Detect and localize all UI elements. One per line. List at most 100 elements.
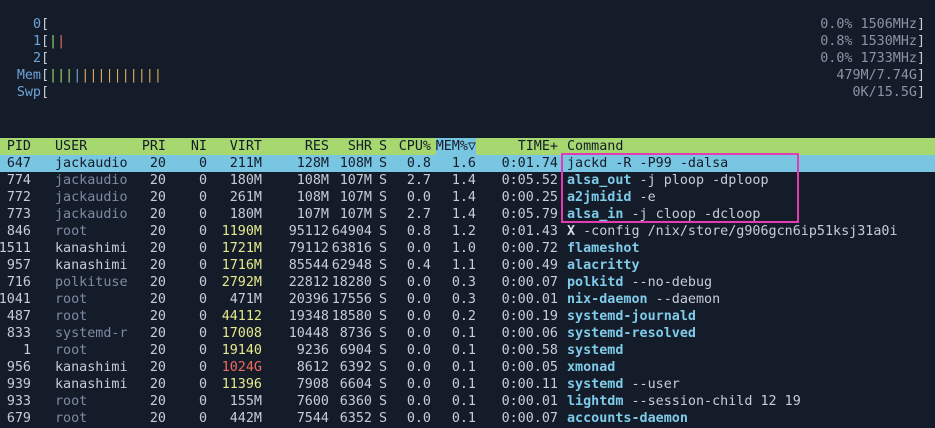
process-user: kanashimi (55, 377, 128, 392)
process-row[interactable]: 679 root 20 0 442M 7544 6352 S 0.0 0.1 0:00.07 acco… (0, 410, 935, 427)
meter-bracket-close: ] (916, 34, 925, 49)
process-mem: 0.1 (451, 394, 476, 409)
col-state[interactable]: S (379, 138, 387, 155)
process-row[interactable]: 957 kanashimi 20 0 1716M 85544 62948 S 0.4 1.1 0:0… (0, 257, 935, 274)
process-pid: 1041 (0, 292, 31, 307)
process-command-args: -e (631, 190, 656, 205)
process-row[interactable]: 956 kanashimi 20 0 1024G 8612 6392 S 0.0 0.1 0:00.… (0, 359, 935, 376)
process-row[interactable]: 773 jackaudio 20 0 180M 107M 107M S 2.7 1.4 0:05.7… (0, 206, 935, 223)
process-nice: 0 (198, 360, 207, 375)
process-cpu: 0.4 (406, 258, 431, 273)
process-row[interactable]: 846 root 20 0 1190M 95112 64904 S 0.8 1.2 0:01.43 X… (0, 223, 935, 240)
process-mem: 1.1 (451, 258, 476, 273)
meter-bar-segment: | (153, 68, 162, 83)
process-row[interactable]: 933 root 20 0 155M 7600 6360 S 0.0 0.1 0:00.01 ligh… (0, 393, 935, 410)
process-mem: 0.1 (451, 360, 476, 375)
process-row[interactable]: 1041 root 20 0 471M 20396 17556 S 0.0 0.3 0:00.01 n… (0, 291, 935, 308)
process-shr: 6352 (339, 411, 372, 426)
process-command: xmonad (567, 359, 615, 376)
process-command: systemd (567, 342, 623, 359)
process-command-name: systemd-resolved (567, 326, 696, 341)
process-command-name: a2jmidid (567, 190, 632, 205)
col-mem-sorted[interactable]: MEM%▽ (435, 138, 476, 155)
process-mem: 1.0 (451, 241, 476, 256)
process-mem: 0.3 (451, 275, 476, 290)
process-row[interactable]: 833 systemd-r 20 0 17008 10448 8736 S 0.0 0.1 0:00… (0, 325, 935, 342)
process-time: 0:00.01 (501, 292, 558, 307)
process-user: kanashimi (55, 360, 128, 375)
process-res: 7544 (296, 411, 329, 426)
process-time: 0:05.52 (501, 173, 558, 188)
process-priority: 20 (149, 411, 166, 426)
col-command[interactable]: Command (567, 138, 623, 155)
process-row[interactable]: 647 jackaudio 20 0 211M 128M 108M S 0.8 1.6 0:01.7… (0, 155, 935, 172)
process-row[interactable]: 772 jackaudio 20 0 261M 108M 107M S 0.0 1.4 0:00.2… (0, 189, 935, 206)
process-virt: 1024G (221, 360, 262, 375)
col-shr[interactable]: SHR (348, 138, 372, 155)
process-command-name: nix-daemon (567, 292, 648, 307)
meter-2: 2[0.0% 1733MHz] (0, 50, 935, 67)
process-row[interactable]: 487 root 20 0 44112 19348 18580 S 0.0 0.2 0:00.19 s… (0, 308, 935, 325)
process-command-name: accounts-daemon (567, 411, 688, 426)
meter-value: 0.0% 1733MHz (820, 51, 917, 66)
process-shr: 62948 (331, 258, 372, 273)
process-time: 0:00.49 (501, 258, 558, 273)
process-row[interactable]: 716 polkituse 20 0 2792M 22812 18280 S 0.0 0.3 0:0… (0, 274, 935, 291)
meter-bracket-open: [ (41, 51, 50, 66)
process-virt: 17008 (221, 326, 262, 341)
process-priority: 20 (149, 360, 166, 375)
meter-0: 0[0.0% 1506MHz] (0, 16, 935, 33)
meter-label: 1 (32, 34, 41, 49)
process-row[interactable]: 774 jackaudio 20 0 180M 108M 107M S 2.7 1.4 0:05.5… (0, 172, 935, 189)
process-command-args: -R -P99 -dalsa (607, 156, 729, 171)
process-state: S (379, 224, 388, 239)
process-time: 0:00.58 (501, 343, 558, 358)
col-pid[interactable]: PID (7, 138, 31, 155)
process-user: systemd-r (55, 326, 128, 341)
process-cpu: 0.0 (406, 326, 431, 341)
process-row[interactable]: 1 root 20 0 19140 9236 6904 S 0.0 0.1 0:00.58 syste… (0, 342, 935, 359)
process-state: S (379, 411, 388, 426)
process-pid: 773 (6, 207, 31, 222)
meter-value: 0.0% 1506MHz (820, 17, 917, 32)
col-time[interactable]: TIME+ (518, 138, 558, 155)
process-nice: 0 (198, 258, 207, 273)
process-shr: 6360 (339, 394, 372, 409)
process-user: root (55, 292, 88, 307)
process-pid: 679 (6, 411, 31, 426)
process-user: root (55, 394, 88, 409)
col-virt[interactable]: VIRT (230, 138, 262, 155)
process-cpu: 0.0 (406, 411, 431, 426)
process-shr: 8736 (339, 326, 372, 341)
process-command: alacritty (567, 257, 640, 274)
process-row[interactable]: 939 kanashimi 20 0 11396 7908 6604 S 0.0 0.1 0:00.… (0, 376, 935, 393)
process-shr: 6904 (339, 343, 372, 358)
process-cpu: 0.0 (406, 377, 431, 392)
process-table-header[interactable]: PID USER PRI NI VIRT RES SHR S CPU% MEM%… (0, 138, 935, 155)
col-pri[interactable]: PRI (142, 138, 166, 155)
process-time: 0:00.01 (501, 394, 558, 409)
meter-mem: Mem[|||||||||||||| 479M/7.74G] (0, 67, 935, 84)
col-ni[interactable]: NI (191, 138, 207, 155)
process-mem: 1.2 (451, 224, 476, 239)
process-cpu: 2.7 (406, 207, 431, 222)
process-command: lightdm --session-child 12 19 (567, 393, 801, 410)
process-state: S (379, 326, 388, 341)
process-res: 8612 (296, 360, 329, 375)
process-row[interactable]: 1511 kanashimi 20 0 1721M 79112 63816 S 0.0 1.0 0:… (0, 240, 935, 257)
process-pid: 647 (6, 156, 31, 171)
process-mem: 0.3 (451, 292, 476, 307)
process-command-args: -j cloop -dcloop (623, 207, 761, 222)
process-command-args: --daemon (647, 292, 721, 307)
col-cpu[interactable]: CPU% (399, 138, 431, 155)
process-res: 10448 (288, 326, 329, 341)
col-res[interactable]: RES (305, 138, 329, 155)
process-time: 0:00.72 (501, 241, 558, 256)
process-command: nix-daemon --daemon (567, 291, 720, 308)
process-pid: 774 (6, 173, 31, 188)
process-command-args: --user (623, 377, 680, 392)
process-nice: 0 (198, 207, 207, 222)
process-time: 0:01.74 (501, 156, 558, 171)
process-priority: 20 (149, 394, 166, 409)
col-user[interactable]: USER (55, 138, 87, 155)
